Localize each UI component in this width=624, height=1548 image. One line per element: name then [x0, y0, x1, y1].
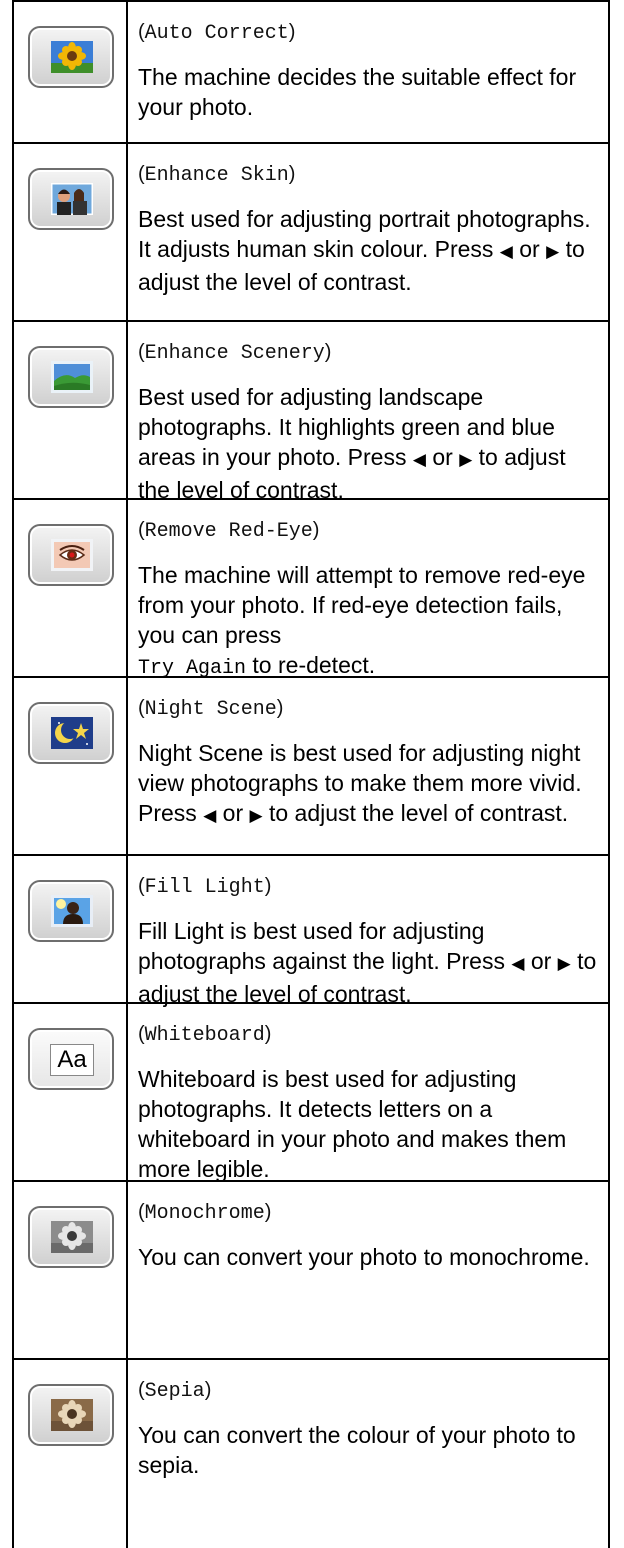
fill-light-button[interactable] — [28, 880, 114, 942]
red-eye-icon — [51, 539, 93, 571]
night-scene-button[interactable] — [28, 702, 114, 764]
right-arrow-icon: ▶ — [249, 806, 263, 825]
effect-description: Fill Light is best used for adjusting ph… — [138, 918, 597, 1007]
table-row: (Auto Correct) The machine decides the s… — [14, 0, 608, 142]
enhance-scenery-button[interactable] — [28, 346, 114, 408]
effect-description: Best used for adjusting landscape photog… — [138, 384, 566, 503]
monochrome-flower-icon — [51, 1221, 93, 1253]
effect-name: (Remove Red-Eye) — [138, 519, 320, 543]
sunflower-icon — [51, 41, 93, 73]
effect-name: (Sepia) — [138, 1379, 212, 1403]
effect-description: Night Scene is best used for adjusting n… — [138, 740, 582, 826]
icon-cell: Aa — [14, 1004, 128, 1180]
icon-cell — [14, 856, 128, 1002]
effect-description: The machine will attempt to remove red-e… — [138, 562, 586, 680]
table-row: (Fill Light) Fill Light is best used for… — [14, 854, 608, 1007]
table-row: (Monochrome) You can convert your photo … — [14, 1180, 608, 1358]
icon-cell — [14, 1360, 128, 1548]
effect-description: Best used for adjusting portrait photogr… — [138, 206, 591, 295]
effect-name: (Enhance Skin) — [138, 163, 296, 187]
sepia-flower-icon — [51, 1399, 93, 1431]
effect-description: You can convert your photo to monochrome… — [138, 1244, 590, 1270]
effect-name: (Night Scene) — [138, 697, 284, 721]
effect-description: The machine decides the suitable effect … — [138, 64, 577, 120]
icon-cell — [14, 322, 128, 498]
portrait-icon — [51, 183, 93, 215]
left-arrow-icon: ◀ — [412, 450, 426, 469]
effect-description: Whiteboard is best used for adjusting ph… — [138, 1066, 567, 1182]
icon-cell — [14, 500, 128, 676]
left-arrow-icon: ◀ — [511, 954, 525, 973]
effect-name: (Monochrome) — [138, 1201, 272, 1225]
landscape-icon — [51, 361, 93, 393]
whiteboard-aa-icon: Aa — [50, 1044, 94, 1076]
effect-name: (Auto Correct) — [138, 21, 296, 45]
icon-cell — [14, 1182, 128, 1358]
enhance-skin-button[interactable] — [28, 168, 114, 230]
effect-name: (Fill Light) — [138, 875, 272, 899]
table-row: (Enhance Skin) Best used for adjusting p… — [14, 142, 608, 320]
table-row: (Remove Red-Eye) The machine will attemp… — [14, 498, 608, 680]
right-arrow-icon: ▶ — [546, 242, 560, 261]
icon-cell — [14, 678, 128, 854]
table-row: (Enhance Scenery) Best used for adjustin… — [14, 320, 608, 503]
left-arrow-icon: ◀ — [499, 242, 513, 261]
right-arrow-icon: ▶ — [459, 450, 473, 469]
table-row: (Sepia) You can convert the colour of yo… — [14, 1358, 608, 1548]
table-row: (Night Scene) Night Scene is best used f… — [14, 676, 608, 854]
effects-table: (Auto Correct) The machine decides the s… — [12, 0, 610, 1548]
right-arrow-icon: ▶ — [557, 954, 571, 973]
table-row: Aa (Whiteboard) Whiteboard is best used … — [14, 1002, 608, 1182]
effect-name: (Enhance Scenery) — [138, 341, 332, 365]
auto-correct-button[interactable] — [28, 26, 114, 88]
whiteboard-button[interactable]: Aa — [28, 1028, 114, 1090]
remove-red-eye-button[interactable] — [28, 524, 114, 586]
effect-name: (Whiteboard) — [138, 1023, 272, 1047]
icon-cell — [14, 2, 128, 142]
left-arrow-icon: ◀ — [203, 806, 217, 825]
monochrome-button[interactable] — [28, 1206, 114, 1268]
sepia-button[interactable] — [28, 1384, 114, 1446]
effect-description: You can convert the colour of your photo… — [138, 1422, 576, 1478]
backlit-person-icon — [51, 895, 93, 927]
night-moon-icon — [51, 717, 93, 749]
icon-cell — [14, 144, 128, 320]
